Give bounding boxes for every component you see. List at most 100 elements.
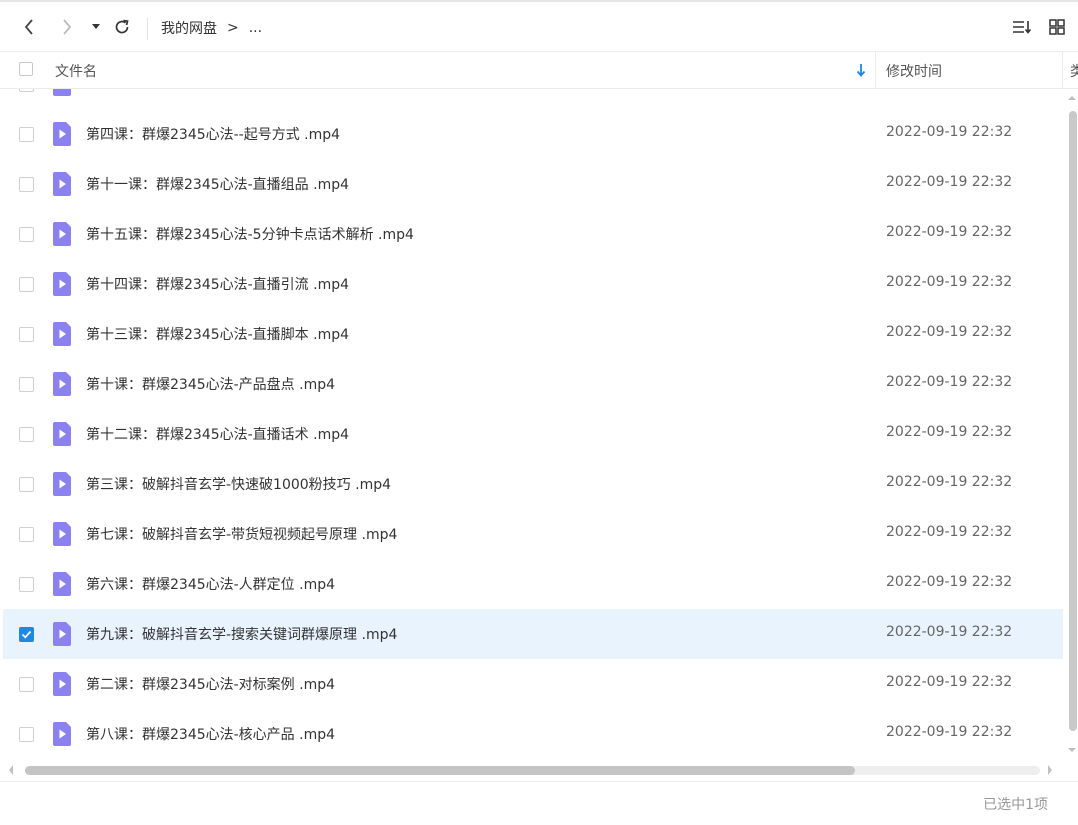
file-name[interactable]: 第十课：群爆2345心法-产品盘点 .mp4 (86, 374, 335, 394)
file-name[interactable]: 第十四课：群爆2345心法-直播引流 .mp4 (86, 274, 349, 294)
breadcrumb-separator: > (227, 20, 239, 36)
table-row[interactable]: 第七课：破解抖音玄学-带货短视频起号原理 .mp4 2022-09-19 22:3… (3, 509, 1063, 559)
file-name[interactable]: 第十二课：群爆2345心法-直播话术 .mp4 (86, 424, 349, 444)
file-name[interactable]: 第九课：破解抖音玄学-搜索关键词群爆原理 .mp4 (86, 624, 397, 644)
row-checkbox[interactable] (19, 227, 34, 242)
file-name[interactable]: 第二课：群爆2345心法-对标案例 .mp4 (86, 674, 335, 694)
scroll-up-icon[interactable] (1068, 95, 1076, 101)
table-row[interactable]: 第九课：破解抖音玄学-搜索关键词群爆原理 .mp4 2022-09-19 22:3… (3, 609, 1063, 659)
refresh-button[interactable] (111, 16, 133, 38)
modified-column-header[interactable]: 修改时间 (886, 61, 942, 81)
status-bar: 已选中1项 (0, 781, 1078, 825)
breadcrumb-root[interactable]: 我的网盘 (161, 18, 217, 38)
file-modified-time: 2022-09-19 22:32 (886, 724, 1013, 740)
video-file-icon (53, 222, 71, 246)
video-file-icon (53, 422, 71, 446)
file-browser: 我的网盘 > ... 文件名 修改时间 类 第四课：群爆2345心法--起号方式… (0, 0, 1078, 825)
refresh-icon (115, 19, 129, 34)
row-checkbox[interactable] (19, 577, 34, 592)
scroll-right-icon[interactable] (1047, 765, 1053, 775)
name-column-header[interactable]: 文件名 (55, 61, 97, 81)
table-row[interactable]: 第四课：群爆2345心法--起号方式 .mp4 2022-09-19 22:32 (3, 109, 1063, 159)
column-divider[interactable] (875, 52, 876, 89)
video-file-icon (53, 172, 71, 196)
file-modified-time: 2022-09-19 22:32 (886, 224, 1013, 240)
table-row[interactable]: 第二课：群爆2345心法-对标案例 .mp4 2022-09-19 22:32 (3, 659, 1063, 709)
video-file-icon (53, 322, 71, 346)
file-modified-time: 2022-09-19 22:32 (886, 574, 1013, 590)
row-checkbox[interactable] (19, 477, 34, 492)
file-modified-time: 2022-09-19 22:32 (886, 424, 1013, 440)
video-file-icon (53, 622, 71, 646)
file-name[interactable]: 第八课：群爆2345心法-核心产品 .mp4 (86, 724, 335, 744)
breadcrumb-more[interactable]: ... (249, 20, 262, 36)
table-row[interactable]: 第十四课：群爆2345心法-直播引流 .mp4 2022-09-19 22:32 (3, 259, 1063, 309)
file-name[interactable]: 第六课：群爆2345心法-人群定位 .mp4 (86, 574, 335, 594)
video-file-icon (53, 572, 71, 596)
file-name[interactable]: 第三课：破解抖音玄学-快速破1000粉技巧 .mp4 (86, 474, 391, 494)
row-checkbox[interactable] (19, 277, 34, 292)
table-row[interactable]: 第三课：破解抖音玄学-快速破1000粉技巧 .mp4 2022-09-19 22:… (3, 459, 1063, 509)
video-file-icon (53, 272, 71, 296)
sort-button[interactable] (1011, 16, 1033, 38)
vertical-scroll-thumb[interactable] (1069, 111, 1077, 731)
grid-view-button[interactable] (1046, 16, 1068, 38)
row-checkbox[interactable] (19, 677, 34, 692)
row-checkbox[interactable] (19, 527, 34, 542)
scroll-left-icon[interactable] (8, 765, 14, 775)
file-modified-time: 2022-09-19 22:32 (886, 324, 1013, 340)
table-row[interactable]: 第十课：群爆2345心法-产品盘点 .mp4 2022-09-19 22:32 (3, 359, 1063, 409)
sort-list-icon (1013, 21, 1032, 34)
horizontal-scrollbar[interactable] (0, 760, 1063, 780)
back-button[interactable] (18, 16, 40, 38)
table-row[interactable]: 第十一课：群爆2345心法-直播组品 .mp4 2022-09-19 22:32 (3, 159, 1063, 209)
video-file-icon (53, 522, 71, 546)
file-modified-time: 2022-09-19 22:32 (886, 624, 1013, 640)
table-row[interactable]: 第八课：群爆2345心法-核心产品 .mp4 2022-09-19 22:32 (3, 709, 1063, 759)
forward-button[interactable] (56, 16, 78, 38)
file-name[interactable]: 第四课：群爆2345心法--起号方式 .mp4 (86, 124, 340, 144)
row-checkbox[interactable] (19, 127, 34, 142)
scroll-down-icon[interactable] (1068, 747, 1076, 753)
column-divider[interactable] (1062, 52, 1063, 89)
file-modified-time: 2022-09-19 22:32 (886, 474, 1013, 490)
file-name[interactable]: 第十三课：群爆2345心法-直播脚本 .mp4 (86, 324, 349, 344)
breadcrumb: 我的网盘 > ... (161, 18, 272, 38)
row-checkbox[interactable] (19, 427, 34, 442)
video-file-icon (53, 722, 71, 746)
file-modified-time: 2022-09-19 22:32 (886, 524, 1013, 540)
row-checkbox[interactable] (19, 727, 34, 742)
file-modified-time: 2022-09-19 22:32 (886, 124, 1013, 140)
file-name[interactable]: 第十一课：群爆2345心法-直播组品 .mp4 (86, 174, 349, 194)
file-name[interactable]: 第十五课：群爆2345心法-5分钟卡点话术解析 .mp4 (86, 224, 414, 244)
file-modified-time: 2022-09-19 22:32 (886, 374, 1013, 390)
row-checkbox-checked[interactable] (19, 627, 34, 642)
file-modified-time: 2022-09-19 22:32 (886, 674, 1013, 690)
horizontal-scroll-thumb[interactable] (25, 766, 855, 775)
table-row-partial[interactable] (3, 89, 1063, 109)
file-modified-time: 2022-09-19 22:32 (886, 274, 1013, 290)
file-list: 第四课：群爆2345心法--起号方式 .mp4 2022-09-19 22:32 第… (0, 89, 1063, 759)
video-file-icon (53, 372, 71, 396)
table-row[interactable]: 第十三课：群爆2345心法-直播脚本 .mp4 2022-09-19 22:32 (3, 309, 1063, 359)
row-checkbox[interactable] (19, 327, 34, 342)
video-file-icon (53, 472, 71, 496)
toolbar: 我的网盘 > ... (0, 2, 1078, 50)
select-all-checkbox[interactable] (19, 62, 33, 76)
row-checkbox[interactable] (19, 89, 34, 92)
table-row[interactable]: 第十二课：群爆2345心法-直播话术 .mp4 2022-09-19 22:32 (3, 409, 1063, 459)
table-row[interactable]: 第六课：群爆2345心法-人群定位 .mp4 2022-09-19 22:32 (3, 559, 1063, 609)
sort-arrow-down-icon[interactable] (855, 62, 867, 78)
file-modified-time: 2022-09-19 22:32 (886, 174, 1013, 190)
row-checkbox[interactable] (19, 377, 34, 392)
type-column-header[interactable]: 类 (1070, 61, 1078, 81)
column-header: 文件名 修改时间 类 (0, 51, 1078, 89)
history-dropdown[interactable] (86, 16, 106, 38)
table-row[interactable]: 第十五课：群爆2345心法-5分钟卡点话术解析 .mp4 2022-09-19 2… (3, 209, 1063, 259)
video-file-icon (53, 89, 71, 96)
chevron-left-icon (24, 19, 33, 35)
file-name[interactable]: 第七课：破解抖音玄学-带货短视频起号原理 .mp4 (86, 524, 397, 544)
vertical-scrollbar[interactable] (1064, 89, 1078, 759)
caret-down-icon (92, 24, 100, 29)
row-checkbox[interactable] (19, 177, 34, 192)
